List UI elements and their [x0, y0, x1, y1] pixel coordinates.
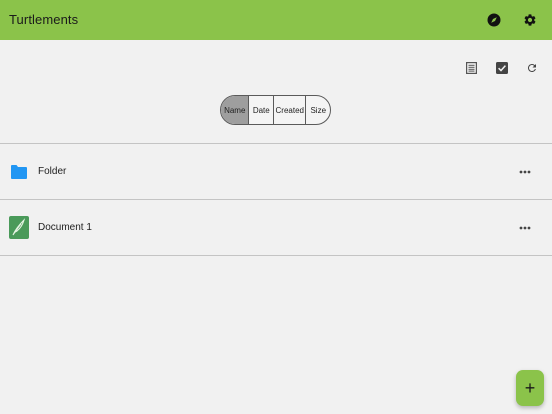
compass-icon[interactable] [485, 11, 503, 29]
add-button[interactable]: + [516, 370, 544, 406]
app-root: Turtlements Name Date Created Size Folde… [0, 0, 552, 414]
more-options-icon[interactable] [514, 221, 536, 235]
list-item-label: Document 1 [38, 222, 92, 233]
document-quill-icon [9, 216, 29, 239]
folder-icon [9, 161, 29, 183]
select-checkbox-icon[interactable] [494, 60, 510, 76]
more-options-icon[interactable] [514, 165, 536, 179]
refresh-icon[interactable] [524, 60, 540, 76]
sort-by-name[interactable]: Name [221, 96, 249, 124]
list-item-document-1[interactable]: Document 1 [0, 200, 552, 255]
list-view-icon[interactable] [463, 60, 479, 76]
list-item-label: Folder [38, 166, 67, 177]
list-item-folder[interactable]: Folder [0, 144, 552, 199]
sort-by-created[interactable]: Created [273, 96, 305, 124]
app-bar: Turtlements [0, 0, 552, 40]
app-title: Turtlements [9, 12, 79, 27]
sort-segmented-control: Name Date Created Size [220, 95, 331, 125]
sort-by-date[interactable]: Date [248, 96, 273, 124]
settings-icon[interactable] [521, 11, 539, 29]
sort-by-size[interactable]: Size [305, 96, 330, 124]
list-divider [0, 255, 552, 256]
